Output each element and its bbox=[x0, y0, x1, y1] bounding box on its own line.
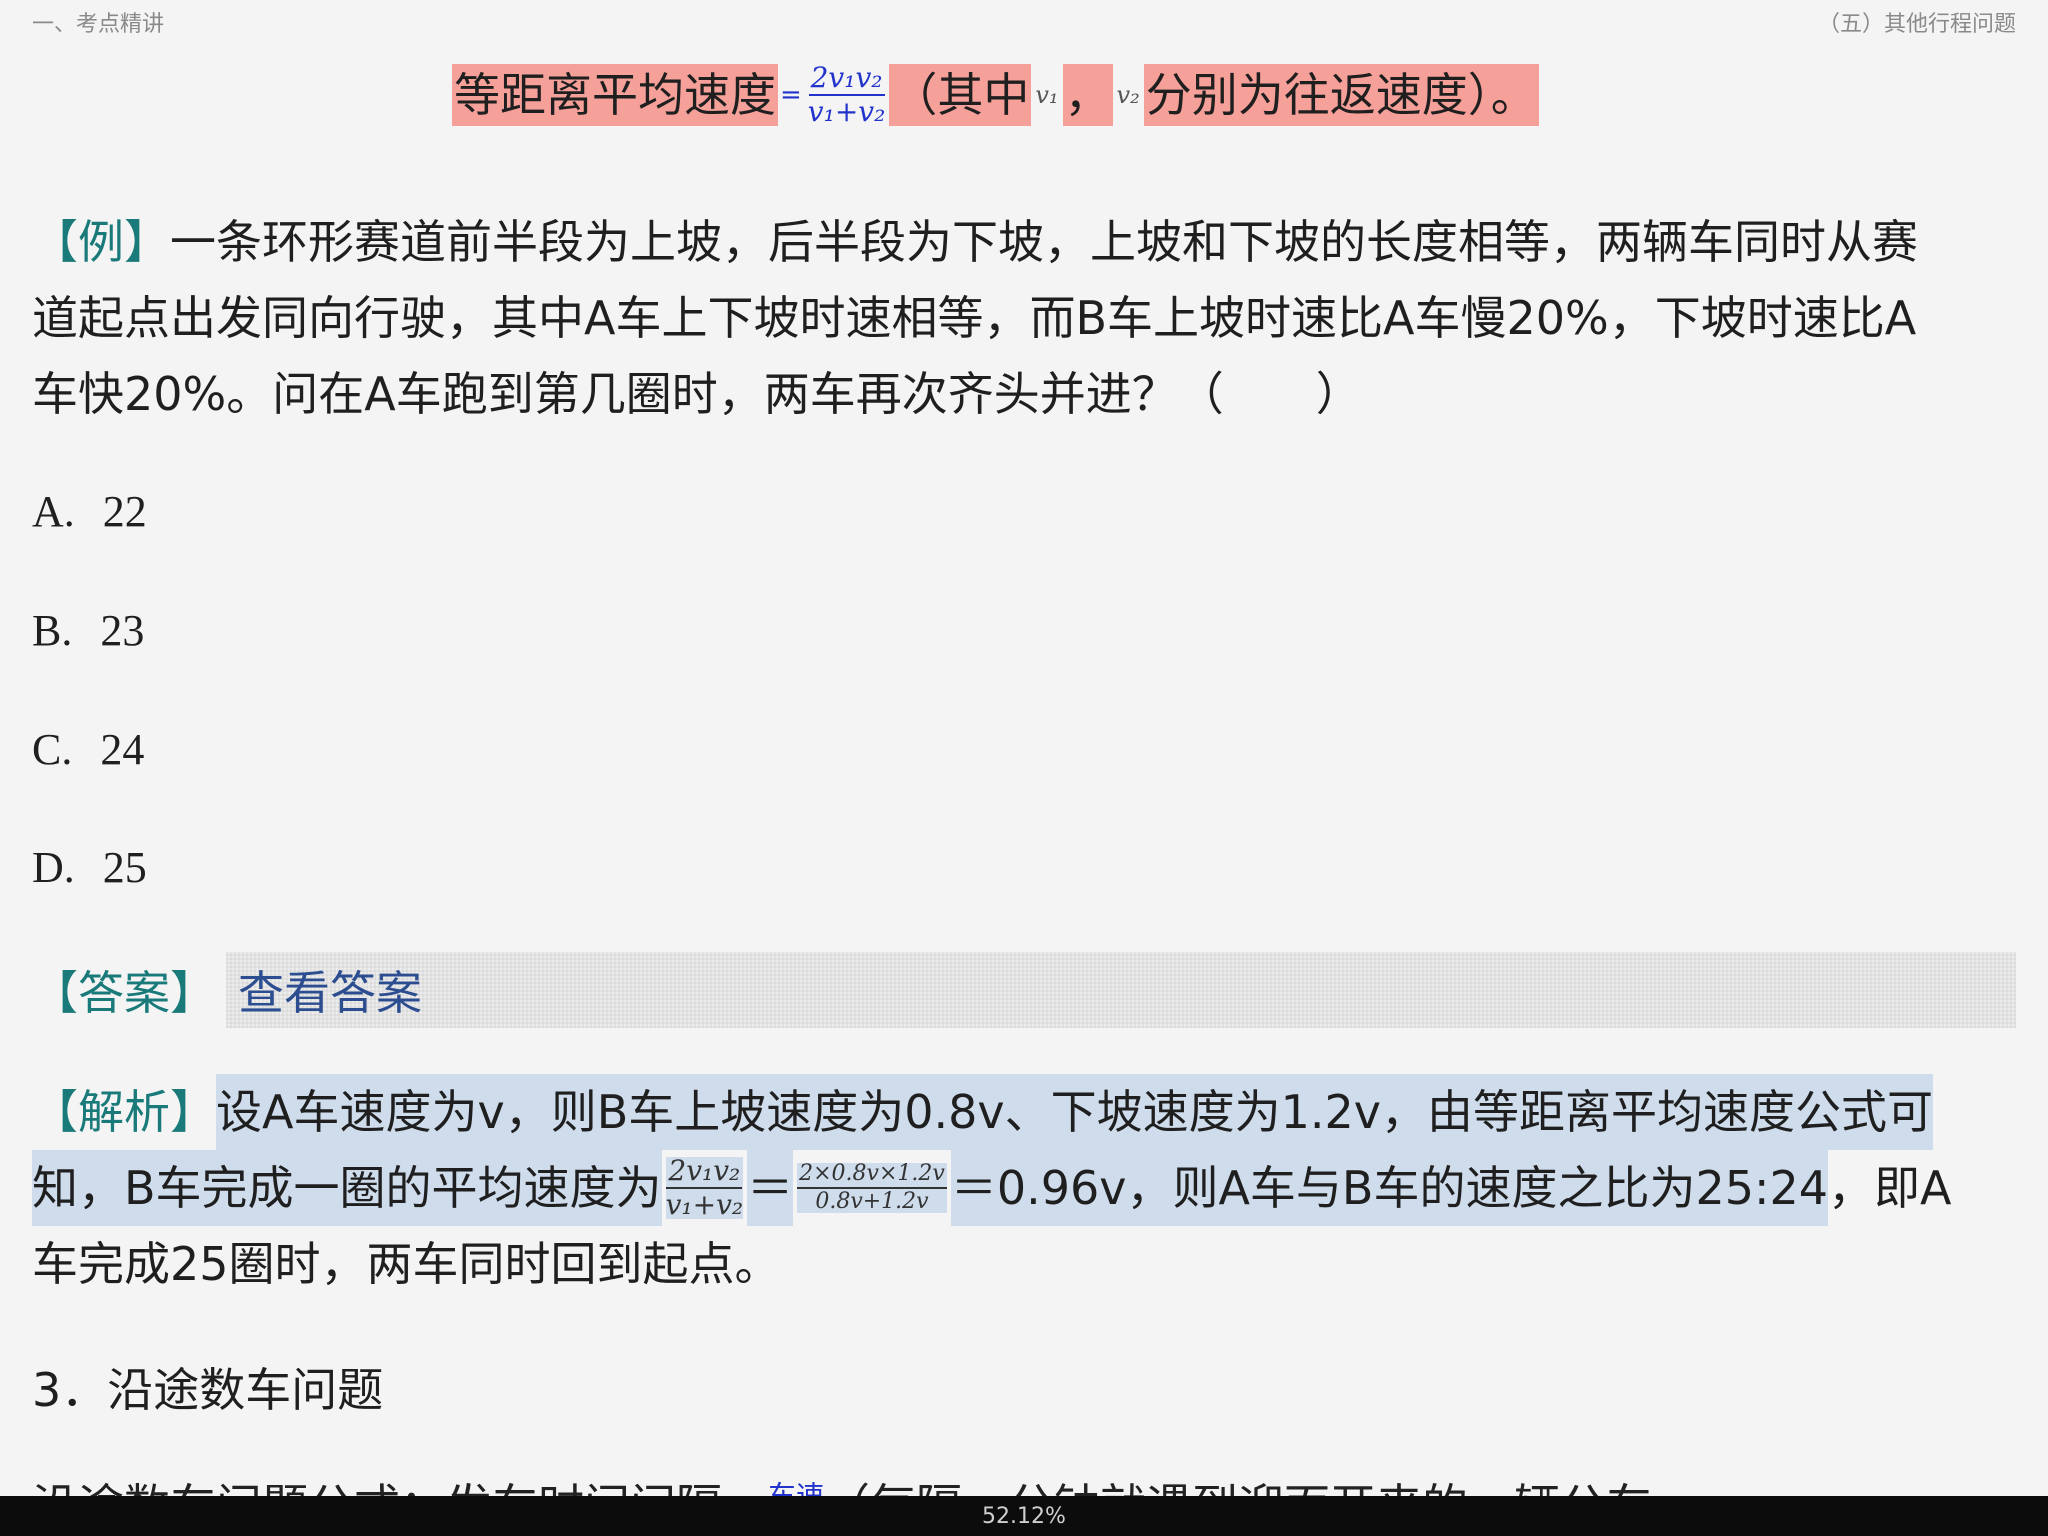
example-tag: 【例】 bbox=[32, 215, 170, 269]
formula-v1: v₁ bbox=[1035, 81, 1059, 109]
formula-equals: = bbox=[780, 80, 802, 110]
formula-label: 等距离平均速度 bbox=[452, 64, 778, 126]
option-a[interactable]: A. 22 bbox=[32, 486, 147, 537]
formula-comma: ， bbox=[1062, 64, 1113, 126]
breadcrumb-chapter: 一、考点精讲 bbox=[32, 12, 165, 37]
option-b[interactable]: B. 23 bbox=[32, 605, 144, 656]
example-block: 【例】一条环形赛道前半段为上坡，后半段为下坡，上坡和下坡的长度相等，两辆车同时从… bbox=[32, 204, 2022, 432]
analysis-line-3: 车完成25圈时，两车同时回到起点。 bbox=[32, 1237, 781, 1291]
formula-paren-open: （其中 bbox=[889, 64, 1032, 126]
analysis-block: 【解析】 设A车速度为v，则B车上坡速度为0.8v、下坡速度为1.2v，由等距离… bbox=[32, 1074, 2022, 1302]
status-bar: 52.12% bbox=[0, 1496, 2048, 1536]
analysis-line-1: 【解析】 设A车速度为v，则B车上坡速度为0.8v、下坡速度为1.2v，由等距离… bbox=[32, 1074, 2022, 1150]
view-answer-label: 查看答案 bbox=[238, 966, 422, 1020]
analysis-fraction-2: 2×0.8v×1.2v 0.8v+1.2v bbox=[797, 1161, 947, 1214]
analysis-fraction-1: 2v₁v₂ v₁+v₂ bbox=[665, 1154, 744, 1221]
example-line-1: 【例】一条环形赛道前半段为上坡，后半段为下坡，上坡和下坡的长度相等，两辆车同时从… bbox=[32, 215, 1918, 269]
example-line-3: 车快20%。问在A车跑到第几圈时，两车再次齐头并进？（ ） bbox=[32, 367, 1362, 421]
breadcrumb-section: （五）其他行程问题 bbox=[1817, 12, 2016, 37]
option-d[interactable]: D. 25 bbox=[32, 842, 147, 893]
formula-rest: 分别为往返速度）。 bbox=[1143, 64, 1539, 126]
analysis-tag: 【解析】 bbox=[32, 1085, 216, 1139]
analysis-line-2: 知，B车完成一圈的平均速度为 2v₁v₂ v₁+v₂ ＝ 2×0.8v×1.2v… bbox=[32, 1150, 2022, 1226]
cut-off-line: 沿途数车问题公式：发车时间间隔＝车速（每隔一分钟就遇到迎面开来的一辆公车 bbox=[32, 1479, 1652, 1498]
example-line-2: 道起点出发同向行驶，其中A车上下坡时速相等，而B车上坡时速比A车慢20%，下坡时… bbox=[32, 291, 1917, 345]
section-heading: 3．沿途数车问题 bbox=[32, 1363, 384, 1417]
formula-numerator: 2v₁v₂ bbox=[808, 61, 885, 96]
formula-v2: v₂ bbox=[1116, 81, 1140, 109]
view-answer-button[interactable]: 查看答案 bbox=[226, 952, 2016, 1028]
formula-fraction: 2v₁v₂ v₁+v₂ bbox=[808, 64, 886, 126]
formula-line: 等距离平均速度 = 2v₁v₂ v₁+v₂ （其中 v₁ ， v₂ 分别为往返速… bbox=[452, 64, 1539, 126]
answer-row: 【答案】 查看答案 bbox=[32, 952, 2016, 1028]
formula-denominator: v₁+v₂ bbox=[807, 95, 886, 128]
zoom-level: 52.12% bbox=[982, 1503, 1066, 1529]
option-c[interactable]: C. 24 bbox=[32, 724, 144, 775]
answer-tag: 【答案】 bbox=[32, 966, 216, 1020]
